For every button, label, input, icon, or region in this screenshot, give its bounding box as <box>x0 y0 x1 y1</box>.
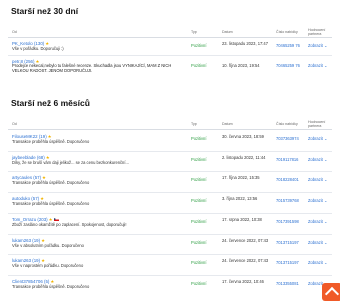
row-divider <box>8 150 332 152</box>
show-link[interactable]: Zobrazit ⌄ <box>308 63 327 68</box>
header-divider <box>8 37 332 38</box>
date-text: 24. července 2022, 07:43 <box>222 258 269 264</box>
comment-text: Vše v naprostém pořádku. Doporučeno <box>12 263 84 269</box>
col-date: Datum <box>222 122 233 126</box>
offer-number-link[interactable]: 7017391598 <box>276 219 299 224</box>
row-divider <box>8 171 332 173</box>
chevron-down-icon: ⌄ <box>323 43 328 48</box>
offer-number-link[interactable]: 7013715197 <box>276 240 299 245</box>
type-positive: Pozitivní <box>191 43 207 48</box>
date-text: 10. října 2023, 19:54 <box>222 63 260 68</box>
show-link[interactable]: Zobrazit ⌄ <box>308 219 327 224</box>
offer-number-link[interactable]: 7037363974 <box>276 136 299 141</box>
row-divider <box>8 55 332 56</box>
comment-text: Zboží zasláno okamžitě po zaplacení. Spo… <box>12 221 127 227</box>
czech-flag-icon <box>53 218 59 222</box>
row-divider <box>8 274 332 276</box>
show-link[interactable]: Zobrazit ⌄ <box>308 177 327 182</box>
date-text: 17. října 2022, 15:35 <box>222 175 260 181</box>
type-positive: Pozitivní <box>191 260 207 266</box>
row-divider <box>8 192 332 194</box>
row-divider <box>8 212 332 214</box>
type-positive: Pozitivní <box>191 136 207 141</box>
section-title-6-months: Starší než 6 měsíců <box>11 98 90 108</box>
show-link[interactable]: Zobrazit ⌄ <box>308 198 327 203</box>
chevron-down-icon: ⌄ <box>323 198 328 204</box>
date-text: 30. června 2023, 18:59 <box>222 134 264 139</box>
date-text: 17. srpna 2022, 10:38 <box>222 216 262 222</box>
date-text: 3. října 2022, 13:56 <box>222 196 258 202</box>
type-positive: Pozitivní <box>191 177 207 183</box>
col-rating: Hodnocení partnera <box>308 120 326 128</box>
comment-text: Transakce proběhla úspěšně. Doporučeno <box>12 283 90 289</box>
section-title-30-days: Starší než 30 dní <box>11 6 79 16</box>
offer-number-link[interactable]: 70465259 76 <box>276 63 300 68</box>
show-link[interactable]: Zobrazit ⌄ <box>308 136 327 141</box>
comment-text: Transakce proběhla úspěšně. Doporučeno <box>12 201 90 207</box>
offer-number-link[interactable]: 7015739768 <box>276 198 299 203</box>
date-text: 17. června 2022, 10:46 <box>222 278 264 284</box>
show-link[interactable]: Zobrazit ⌄ <box>308 240 327 245</box>
col-from: Od <box>12 122 17 126</box>
comment-text: Transakce proběhla úspěšně. Doporučeno <box>12 180 90 186</box>
show-link[interactable]: Zobrazit ⌄ <box>308 43 327 48</box>
col-rating: Hodnocení partnera <box>308 28 326 36</box>
show-link[interactable]: Zobrazit ⌄ <box>308 157 327 162</box>
col-type: Typ <box>191 122 197 126</box>
chevron-down-icon: ⌄ <box>323 136 328 141</box>
offer-number-link[interactable]: 7018228401 <box>276 177 299 182</box>
chevron-down-icon: ⌄ <box>323 156 328 162</box>
comment-text: Vše v absolutním pořádku. Doporučeno <box>12 242 84 248</box>
type-positive: Pozitivní <box>191 156 207 162</box>
type-positive: Pozitivní <box>191 239 207 245</box>
offer-number-link[interactable]: 7019117816 <box>276 157 298 162</box>
col-offer: Číslo nabídky <box>276 122 298 126</box>
header-divider <box>8 129 332 130</box>
chevron-down-icon: ⌄ <box>323 218 328 224</box>
row-divider <box>8 233 332 235</box>
col-offer: Číslo nabídky <box>276 30 298 34</box>
date-text: 2. listopadu 2022, 11:44 <box>222 154 266 160</box>
chevron-down-icon: ⌄ <box>323 177 328 183</box>
offer-number-link[interactable]: 7013715197 <box>276 260 299 265</box>
type-positive: Pozitivní <box>191 63 207 68</box>
comment-text: Transakce proběhla úspěšně. Doporučeno <box>12 139 90 144</box>
date-text: 24. července 2022, 07:43 <box>222 237 269 243</box>
comment-text: Díky, že se bruší vám daji jelikož... se… <box>12 159 129 165</box>
col-type: Typ <box>191 30 197 34</box>
date-text: 23. listopadu 2023, 17:47 <box>222 41 268 46</box>
chevron-down-icon: ⌄ <box>323 239 328 245</box>
chevron-down-icon: ⌄ <box>323 63 328 68</box>
type-positive: Pozitivní <box>191 218 207 224</box>
comment-text: Prodejce nekecal,nebylo tu falešné recen… <box>12 63 172 73</box>
type-positive: Pozitivní <box>191 280 207 286</box>
comment-text: Vše v pořádku. Doporučuji :) <box>12 46 64 51</box>
chevron-down-icon: ⌄ <box>323 260 328 266</box>
offer-number-link[interactable]: 70465259 76 <box>276 43 300 48</box>
offer-number-link[interactable]: 7013355081 <box>276 281 299 286</box>
col-date: Datum <box>222 30 233 34</box>
row-divider <box>8 254 332 256</box>
type-positive: Pozitivní <box>191 198 207 204</box>
col-from: Od <box>12 30 17 34</box>
scroll-top-button[interactable] <box>322 283 340 301</box>
show-link[interactable]: Zobrazit ⌄ <box>308 260 327 265</box>
